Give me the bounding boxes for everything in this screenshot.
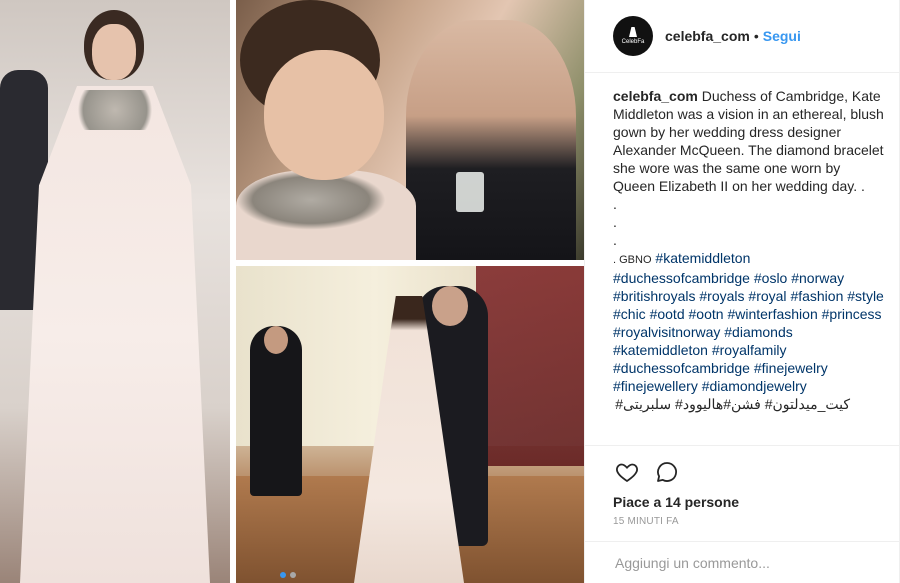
hashtag-link[interactable]: #duchessofcambridge [613, 360, 750, 376]
post-side-panel: CelebFa celebfa_com • Segui celebfa_com … [584, 0, 900, 583]
likes-count[interactable]: Piace a 14 persone [613, 494, 884, 510]
caption-hashtags: . GBNO #katemiddleton #duchessofcambridg… [613, 249, 884, 395]
heart-outline-icon [616, 463, 638, 483]
hashtag-link[interactable]: #oslo [754, 270, 787, 286]
action-row [613, 454, 884, 490]
hashtag-link[interactable]: #royal [748, 288, 786, 304]
comment-input[interactable] [613, 553, 884, 572]
hashtag-link[interactable]: #britishroyals [613, 288, 695, 304]
hashtag-link[interactable]: #style [847, 288, 884, 304]
gown-shape [20, 86, 210, 583]
post-actions: Piace a 14 persone 15 MINUTI FA [585, 445, 900, 541]
hashtag-link[interactable]: #ootd [650, 306, 685, 322]
hashtag-link[interactable]: #royals [699, 288, 744, 304]
caption-dot-line: . [613, 214, 617, 230]
drape-shape [476, 266, 584, 466]
carousel-dot-active [280, 572, 286, 578]
hashtag-list: #katemiddleton #duchessofcambridge #oslo… [613, 250, 884, 394]
hashtag-link[interactable]: #winterfashion [727, 306, 817, 322]
photo-toast-closeup [236, 0, 584, 260]
hashtag-link[interactable]: #princess [822, 306, 882, 322]
caption-dot-line: . [613, 232, 617, 248]
separator: • [753, 28, 759, 44]
glass-shape [456, 172, 484, 212]
dress-logo-icon [629, 27, 637, 37]
hashtag-link[interactable]: #diamondjewelry [702, 378, 807, 394]
like-button[interactable] [613, 458, 641, 486]
avatar[interactable]: CelebFa [613, 16, 653, 56]
comment-box [585, 541, 900, 583]
photo-hall-walk [236, 266, 584, 583]
face-shape [264, 50, 384, 180]
hashtag-link[interactable]: #royalvisitnorway [613, 324, 720, 340]
photo-full-length-gown [0, 0, 230, 583]
hashtag-link[interactable]: #katemiddleton [655, 250, 750, 266]
follow-button[interactable]: Segui [763, 28, 801, 44]
instagram-post: CelebFa celebfa_com • Segui celebfa_com … [0, 0, 900, 583]
hashtag-link[interactable]: #finejewelry [754, 360, 828, 376]
post-media-collage[interactable] [0, 0, 584, 583]
hashtag-link[interactable]: #diamonds [724, 324, 793, 340]
hashtag-link[interactable]: #norway [791, 270, 844, 286]
caption-body: celebfa_com Duchess of Cambridge, Kate M… [613, 87, 884, 195]
hashtag-link[interactable]: #katemiddleton [613, 342, 708, 358]
embellishment-shape [66, 90, 164, 130]
comment-button[interactable] [653, 458, 681, 486]
hashtag-link[interactable]: #ootn [689, 306, 724, 322]
hashtag-link[interactable]: #royalfamily [712, 342, 787, 358]
post-timestamp[interactable]: 15 MINUTI FA [613, 516, 884, 527]
hashtag-link[interactable]: #finejewellery [613, 378, 698, 394]
background-figure [406, 20, 576, 260]
post-header: CelebFa celebfa_com • Segui [585, 0, 900, 73]
username-link[interactable]: celebfa_com [665, 28, 750, 44]
face-shape [92, 24, 136, 80]
speech-bubble-icon [657, 462, 678, 482]
caption-dot-line: . [613, 196, 617, 212]
head-shape [432, 286, 468, 326]
caption-username-link[interactable]: celebfa_com [613, 88, 698, 104]
hashtag-link[interactable]: #chic [613, 306, 646, 322]
hashtag-link[interactable]: #fashion [790, 288, 843, 304]
avatar-label: CelebFa [621, 39, 645, 45]
caption-gbno: . GBNO [613, 254, 652, 266]
carousel-dot[interactable] [290, 572, 296, 578]
caption-arabic-hashtags[interactable]: کیت_میدلتون# فشن#هالیوود# سلبریتی# [613, 395, 884, 413]
carousel-indicator [280, 572, 296, 578]
post-caption: celebfa_com Duchess of Cambridge, Kate M… [585, 73, 900, 445]
hashtag-link[interactable]: #duchessofcambridge [613, 270, 750, 286]
head-shape [264, 326, 288, 354]
